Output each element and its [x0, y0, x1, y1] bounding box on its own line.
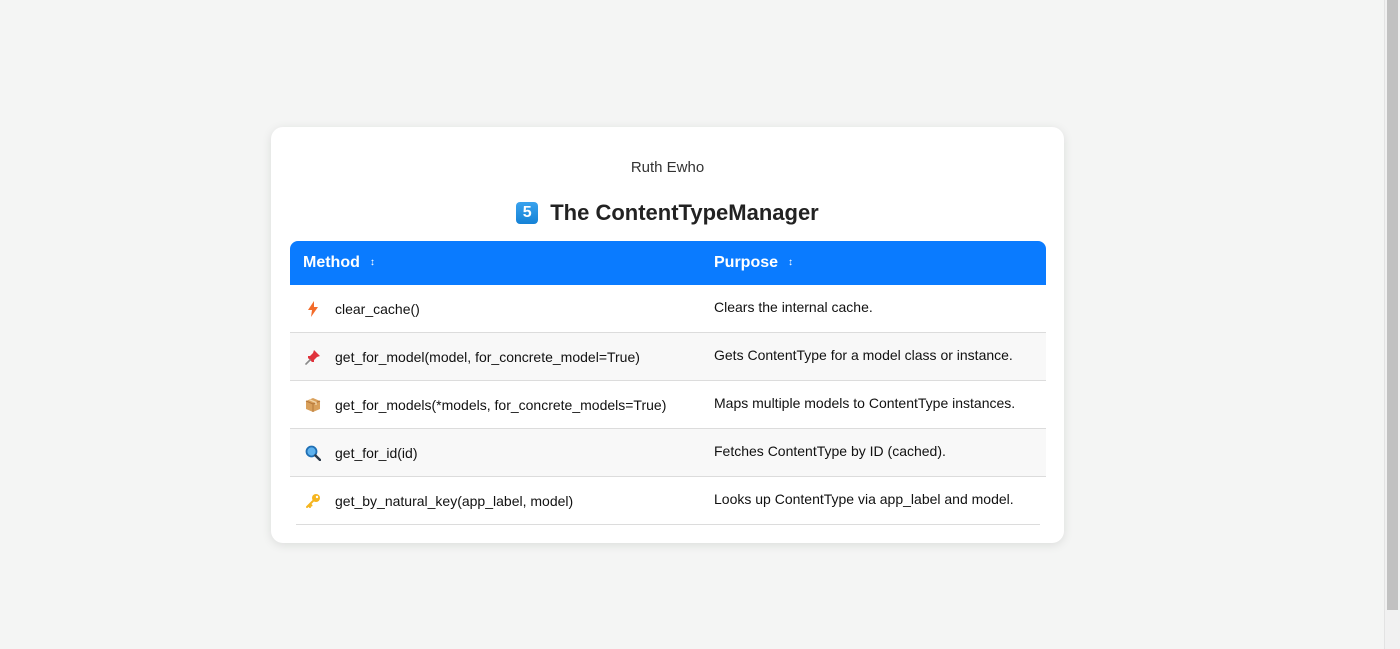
column-header-method[interactable]: Method ↕	[290, 254, 702, 272]
method-name: clear_cache()	[335, 300, 420, 317]
purpose-cell: Clears the internal cache.	[714, 298, 873, 315]
magnifier-icon	[304, 444, 322, 462]
table-row: get_for_models(*models, for_concrete_mod…	[290, 381, 1046, 429]
pushpin-icon	[304, 348, 322, 366]
purpose-cell: Maps multiple models to ContentType inst…	[714, 394, 1016, 411]
method-cell: get_for_models(*models, for_concrete_mod…	[290, 396, 702, 414]
column-header-method-label: Method	[303, 254, 360, 271]
sort-icon[interactable]: ↕	[788, 258, 793, 268]
page-title: The ContentTypeManager	[550, 200, 819, 225]
table-header: Method ↕ Purpose ↕	[290, 241, 1046, 285]
sort-icon[interactable]: ↕	[370, 258, 375, 268]
method-name: get_for_models(*models, for_concrete_mod…	[335, 396, 667, 413]
method-cell: get_by_natural_key(app_label, model)	[296, 492, 702, 510]
method-cell: get_for_model(model, for_concrete_model=…	[290, 348, 702, 366]
methods-table: Method ↕ Purpose ↕ clear_cache() Clears …	[290, 241, 1046, 525]
lightning-icon	[304, 300, 322, 318]
method-cell: get_for_id(id)	[290, 444, 702, 462]
purpose-cell: Gets ContentType for a model class or in…	[714, 346, 1013, 363]
method-name: get_for_id(id)	[335, 444, 418, 461]
purpose-cell: Fetches ContentType by ID (cached).	[714, 442, 946, 459]
scrollbar-thumb[interactable]	[1387, 0, 1398, 610]
author-name: Ruth Ewho	[630, 159, 705, 176]
package-icon	[304, 396, 322, 414]
purpose-cell: Looks up ContentType via app_label and m…	[714, 490, 1014, 507]
table-row: get_for_model(model, for_concrete_model=…	[290, 333, 1046, 381]
page: Ruth Ewho 5 The ContentTypeManager Metho…	[0, 0, 1400, 649]
method-cell: clear_cache()	[290, 300, 702, 318]
column-header-purpose[interactable]: Purpose ↕	[702, 254, 1046, 272]
page-scrollbar[interactable]	[1384, 0, 1400, 649]
table-row: get_for_id(id) Fetches ContentType by ID…	[290, 429, 1046, 477]
key-icon	[304, 492, 322, 510]
table-row: get_by_natural_key(app_label, model) Loo…	[296, 477, 1040, 525]
keycap-number-icon: 5	[516, 202, 539, 224]
content-card: Ruth Ewho 5 The ContentTypeManager Metho…	[271, 127, 1064, 543]
method-name: get_by_natural_key(app_label, model)	[335, 492, 574, 509]
column-header-purpose-label: Purpose	[714, 254, 779, 271]
table-row: clear_cache() Clears the internal cache.	[290, 285, 1046, 333]
title-row: 5 The ContentTypeManager	[271, 200, 1064, 226]
method-name: get_for_model(model, for_concrete_model=…	[335, 348, 640, 365]
